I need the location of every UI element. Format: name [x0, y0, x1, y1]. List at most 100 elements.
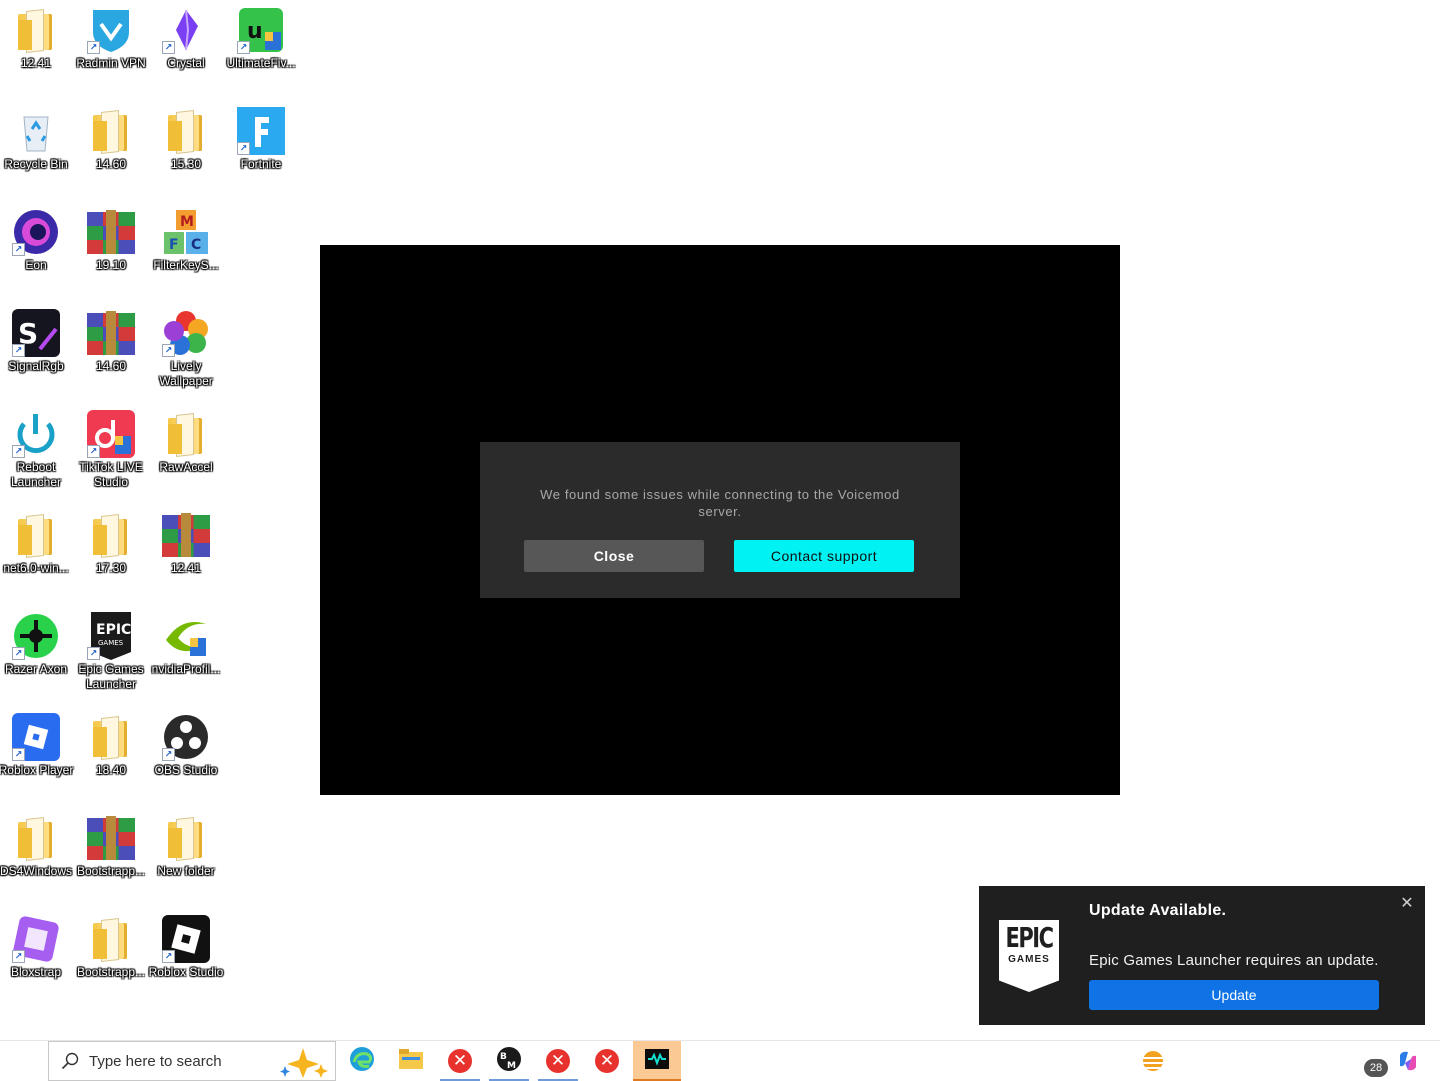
- filterkeys-icon: MFC: [162, 208, 210, 256]
- taskbar-error-app-button[interactable]: ✕: [536, 1041, 580, 1081]
- desktop-icon-label: 14.60: [95, 359, 127, 373]
- desktop-icon-label: Radmin VPN: [76, 56, 146, 70]
- folder-icon: [87, 107, 135, 155]
- winrar-archive-icon: [87, 208, 135, 256]
- shortcut-arrow-icon: ↗: [237, 41, 250, 54]
- weather-icon[interactable]: [1140, 1047, 1166, 1075]
- svg-text:M: M: [180, 214, 194, 230]
- desktop-icon-label: Razer Axon: [4, 662, 68, 676]
- desktop-icon-label: Roblox Player: [0, 763, 74, 777]
- shortcut-arrow-icon: ↗: [12, 647, 25, 660]
- desktop-icon-label: Bootstrapp...: [76, 864, 146, 878]
- update-button[interactable]: Update: [1089, 980, 1379, 1010]
- bloxstrap-icon: ↗: [12, 915, 60, 963]
- desktop-icon-label: 12.41: [20, 56, 52, 70]
- close-button[interactable]: Close: [524, 540, 704, 572]
- desktop-icon[interactable]: Bootstrapp...: [73, 915, 149, 980]
- desktop-icon[interactable]: 17.30: [73, 511, 149, 576]
- search-placeholder: Type here to search: [89, 1053, 222, 1070]
- winrar-archive-icon: [87, 309, 135, 357]
- desktop-icon-label: OBS Studio: [154, 763, 218, 777]
- taskbar-edge-button[interactable]: [340, 1041, 384, 1081]
- desktop-icon[interactable]: ↗ Reboot Launcher: [0, 410, 74, 490]
- desktop-icon[interactable]: nvidiaProfil...: [148, 612, 224, 677]
- taskbar-bm-app-button[interactable]: BM: [487, 1041, 531, 1081]
- folder-icon: [162, 107, 210, 155]
- sparkle-icon: [280, 1048, 328, 1078]
- update-notification[interactable]: EPIC GAMES Update Available. Epic Games …: [979, 886, 1425, 1025]
- shortcut-arrow-icon: ↗: [12, 950, 25, 963]
- desktop-icon[interactable]: u ↗ UltimateFiv...: [223, 6, 299, 71]
- roblox-player-icon: ↗: [12, 713, 60, 761]
- desktop-icon[interactable]: ↗ Fortnite: [223, 107, 299, 172]
- desktop-icon-label: 12.41: [170, 561, 202, 575]
- dialog-message: We found some issues while connecting to…: [540, 487, 900, 519]
- taskbar-file-explorer-button[interactable]: [389, 1041, 433, 1081]
- desktop-icon[interactable]: DS4Windows: [0, 814, 74, 879]
- desktop-icon[interactable]: M F C FilterKeyS...: [148, 208, 224, 273]
- desktop-icon[interactable]: ↗ Radmin VPN: [73, 6, 149, 71]
- desktop-icon[interactable]: 12.41: [148, 511, 224, 576]
- desktop-icon[interactable]: net6.0-win...: [0, 511, 74, 576]
- notification-body: Epic Games Launcher requires an update.: [1089, 952, 1379, 969]
- desktop-icon[interactable]: 18.40: [73, 713, 149, 778]
- folder-icon: [12, 814, 60, 862]
- desktop-icon-label: 19.10: [95, 258, 127, 272]
- desktop-icon[interactable]: ↗ Bloxstrap: [0, 915, 74, 980]
- desktop-icon[interactable]: EPIC GAMES ↗ Epic Games Launcher: [73, 612, 149, 692]
- desktop-icon[interactable]: ↗ Roblox Player: [0, 713, 74, 778]
- desktop-icon[interactable]: 19.10: [73, 208, 149, 273]
- folder-icon: [87, 915, 135, 963]
- desktop-icon[interactable]: 12.41: [0, 6, 74, 71]
- shortcut-arrow-icon: ↗: [12, 445, 25, 458]
- desktop-icon-label: net6.0-win...: [3, 561, 69, 575]
- desktop-icon[interactable]: 15.30: [148, 107, 224, 172]
- epic-games-logo: EPIC GAMES: [999, 920, 1059, 992]
- notification-count-badge[interactable]: 28: [1364, 1059, 1388, 1077]
- desktop-icon-label: 17.30: [95, 561, 127, 575]
- error-app-icon: ✕: [595, 1049, 619, 1073]
- desktop-icon-label: 14.60: [95, 157, 127, 171]
- search-input[interactable]: Type here to search: [48, 1041, 336, 1081]
- desktop-icon[interactable]: ↗ Crystal: [148, 6, 224, 71]
- folder-icon: [162, 814, 210, 862]
- taskbar-voicemod-button[interactable]: [633, 1041, 681, 1081]
- desktop-icon[interactable]: S ↗ SignalRgb: [0, 309, 74, 374]
- desktop-icon-label: TikTok LIVE Studio: [79, 460, 143, 489]
- desktop-icon[interactable]: 14.60: [73, 107, 149, 172]
- reboot-launcher-icon: ↗: [12, 410, 60, 458]
- desktop-icon-label: nvidiaProfil...: [151, 662, 221, 676]
- svg-text:EPIC: EPIC: [96, 622, 131, 638]
- voicemod-icon: [645, 1048, 669, 1074]
- desktop-icon[interactable]: ↗ Eon: [0, 208, 74, 273]
- desktop-icon-label: New folder: [157, 864, 215, 878]
- desktop-icon[interactable]: ↗ Lively Wallpaper: [148, 309, 224, 389]
- logo-line-games: GAMES: [1008, 954, 1050, 965]
- taskbar-error-app-button[interactable]: ✕: [585, 1041, 629, 1081]
- desktop-icon[interactable]: Recycle Bin: [0, 107, 74, 172]
- desktop-icon[interactable]: 14.60: [73, 309, 149, 374]
- desktop-icon[interactable]: ↗ Roblox Studio: [148, 915, 224, 980]
- radmin-vpn-icon: ↗: [87, 6, 135, 54]
- desktop-icon[interactable]: ↗ OBS Studio: [148, 713, 224, 778]
- close-icon[interactable]: ✕: [1397, 894, 1417, 914]
- desktop-icon[interactable]: ↗ Razer Axon: [0, 612, 74, 677]
- desktop-icon-label: Crystal: [167, 56, 205, 70]
- desktop-icon-label: 15.30: [170, 157, 202, 171]
- shortcut-arrow-icon: ↗: [87, 445, 100, 458]
- shortcut-arrow-icon: ↗: [12, 748, 25, 761]
- fortnite-icon: ↗: [237, 107, 285, 155]
- winrar-archive-icon: [162, 511, 210, 559]
- desktop-icon-label: Epic Games Launcher: [78, 662, 144, 691]
- folder-icon: [12, 511, 60, 559]
- winrar-archive-icon: [87, 814, 135, 862]
- copilot-icon[interactable]: [1396, 1049, 1420, 1073]
- svg-text:M: M: [507, 1061, 516, 1071]
- taskbar-error-app-button[interactable]: ✕: [438, 1041, 482, 1081]
- shortcut-arrow-icon: ↗: [12, 243, 25, 256]
- desktop-icon[interactable]: New folder: [148, 814, 224, 879]
- desktop-icon[interactable]: RawAccel: [148, 410, 224, 475]
- desktop-icon[interactable]: ↗ TikTok LIVE Studio: [73, 410, 149, 490]
- desktop-icon[interactable]: Bootstrapp...: [73, 814, 149, 879]
- contact-support-button[interactable]: Contact support: [734, 540, 914, 572]
